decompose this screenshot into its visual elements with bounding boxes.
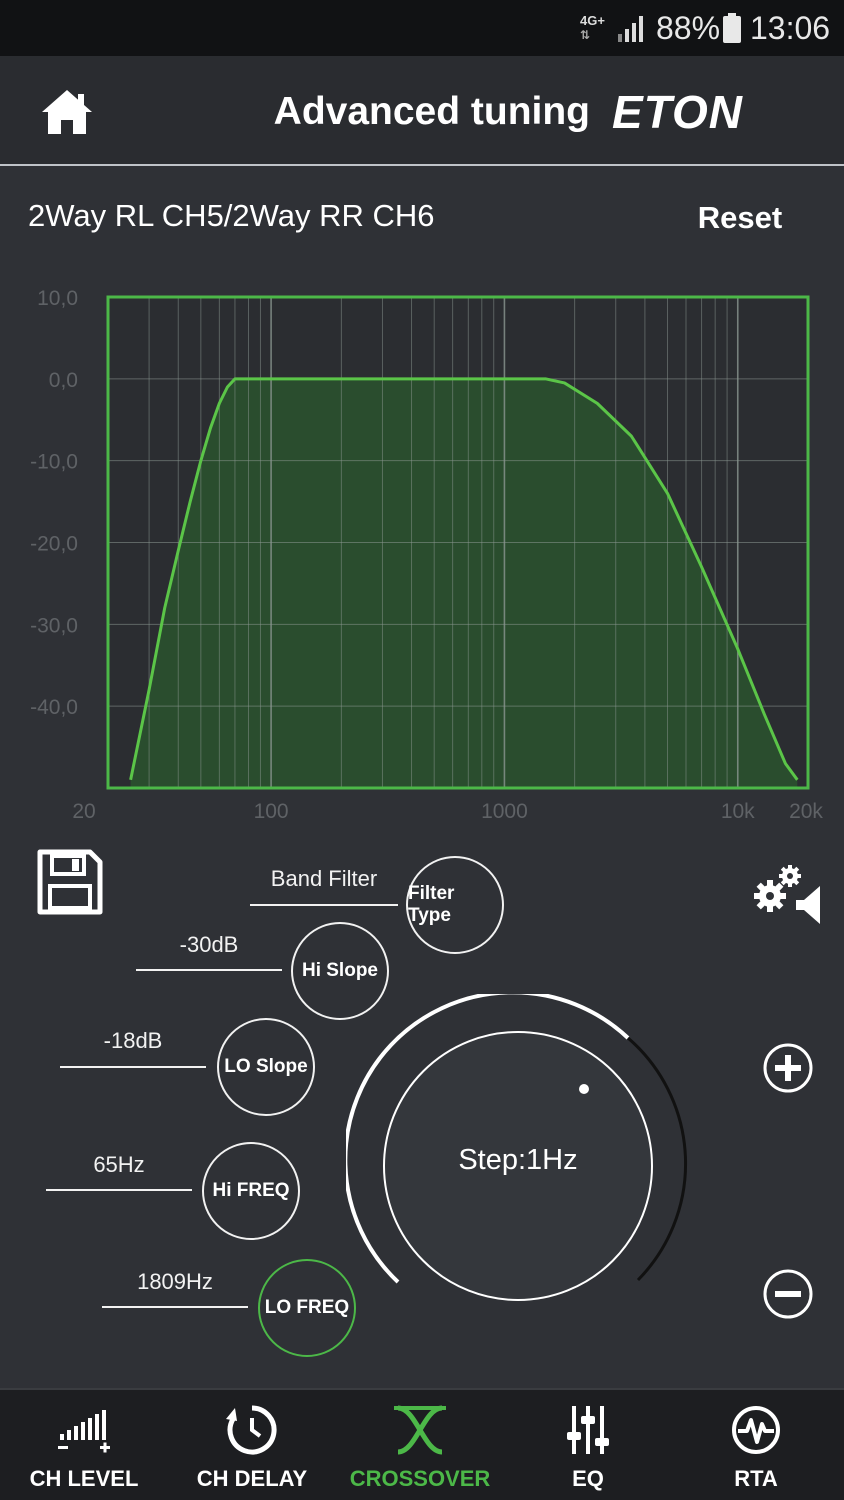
nav-label: CH LEVEL (29, 1466, 139, 1491)
signal-icon (618, 16, 643, 42)
nav-label: EQ (572, 1466, 604, 1491)
nav-eq[interactable]: EQ (504, 1390, 672, 1500)
filter-type-line (250, 904, 398, 906)
lo-freq-button[interactable]: LO FREQ (258, 1259, 356, 1357)
eton-logo: ETON (612, 90, 743, 134)
minus-icon[interactable] (762, 1268, 814, 1320)
knob-step-label: Step:1Hz (458, 1144, 578, 1176)
crossover-icon (394, 1405, 446, 1455)
hi-slope-value: -30dB (179, 932, 239, 957)
hi-slope-line (136, 969, 282, 971)
x-tick-label: 20k (789, 800, 823, 823)
reset-button[interactable]: Reset (690, 196, 790, 240)
y-tick-label: 0,0 (49, 369, 78, 392)
y-tick-label: 10,0 (37, 287, 78, 310)
rta-icon (732, 1406, 780, 1454)
filter-type-value: Band Filter (270, 866, 378, 891)
hi-freq-value: 65Hz (93, 1152, 145, 1177)
lo-freq-value: 1809Hz (137, 1269, 213, 1294)
crossover-response-chart: 10,0 0,0 -10,0 -20,0 -30,0 -40,0 20 100 1000 10k 2… (30, 287, 823, 823)
page-title: Advanced tuning (273, 90, 590, 133)
hi-freq-line (46, 1189, 192, 1191)
app-header: Advanced tuning ETON (0, 56, 844, 166)
data-arrows-icon: ⇅ (580, 28, 591, 42)
nav-label: CROSSOVER (349, 1466, 491, 1491)
lo-freq-line (102, 1306, 248, 1308)
nav-label: CH DELAY (196, 1466, 308, 1491)
home-icon[interactable] (40, 88, 94, 136)
status-bar: 4G+ ⇅ 88% 13:06 (0, 0, 844, 56)
eq-icon (567, 1406, 609, 1454)
battery-icon (723, 13, 741, 43)
lo-slope-line (60, 1066, 206, 1068)
hi-freq-button[interactable]: Hi FREQ (202, 1142, 300, 1240)
bottom-nav: CH LEVEL CH DELAY CROSSOVER EQ RTA (0, 1388, 844, 1500)
settings-speaker-icon[interactable] (752, 862, 824, 928)
filter-type-button[interactable]: Filter Type (406, 856, 504, 954)
status-time: 13:06 (750, 10, 831, 46)
x-tick-label: 20 (72, 800, 95, 823)
x-tick-label: 10k (721, 800, 755, 823)
y-tick-label: -20,0 (30, 533, 78, 556)
nav-label: RTA (734, 1466, 778, 1491)
x-tick-label: 100 (254, 800, 289, 823)
network-type: 4G+ (580, 13, 605, 28)
network-indicator: 4G+ ⇅ (580, 14, 612, 42)
y-tick-label: -10,0 (30, 451, 78, 474)
nav-crossover[interactable]: CROSSOVER (336, 1390, 504, 1500)
brand-logo-text: ETON (612, 90, 743, 134)
channel-title: 2Way RL CH5/2Way RR CH6 (28, 198, 435, 233)
nav-rta[interactable]: RTA (672, 1390, 840, 1500)
lo-slope-button[interactable]: LO Slope (217, 1018, 315, 1116)
y-tick-label: -30,0 (30, 614, 78, 637)
knob-indicator (579, 1084, 589, 1094)
save-icon[interactable] (36, 848, 104, 916)
lo-slope-value: -18dB (103, 1028, 163, 1053)
nav-ch-delay[interactable]: CH DELAY (168, 1390, 336, 1500)
ch-level-icon (58, 1410, 110, 1453)
plus-icon[interactable] (762, 1042, 814, 1094)
battery-percent: 88% (656, 10, 721, 46)
x-tick-label: 1000 (481, 800, 528, 823)
ch-delay-icon (226, 1405, 277, 1455)
y-tick-label: -40,0 (30, 696, 78, 719)
nav-ch-level[interactable]: CH LEVEL (0, 1390, 168, 1500)
